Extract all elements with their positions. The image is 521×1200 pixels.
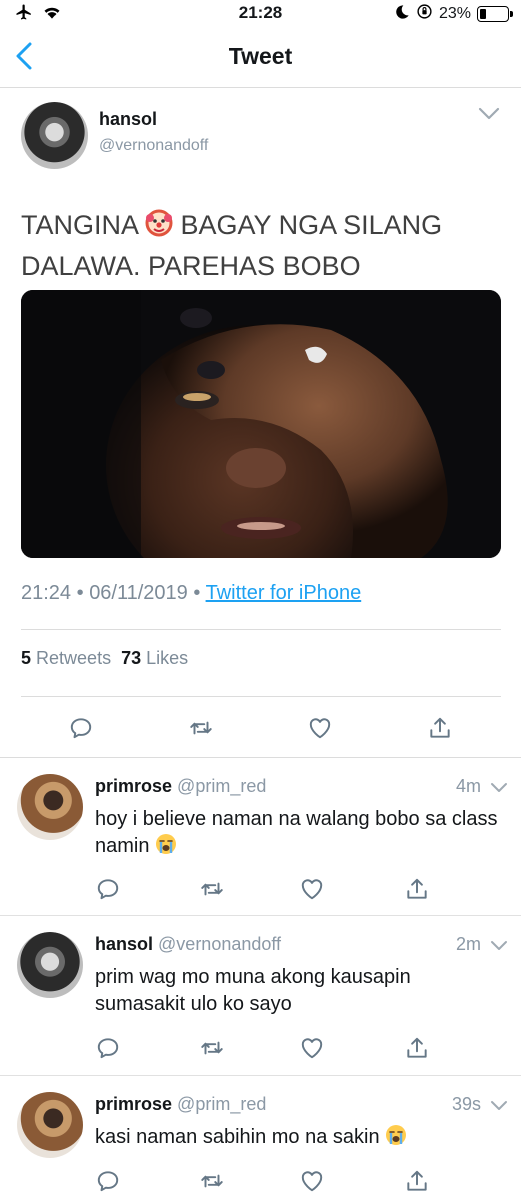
battery-percent: 23% [438, 5, 471, 22]
likes-label[interactable]: Likes [146, 648, 188, 668]
chevron-down-icon[interactable] [490, 781, 508, 793]
reply-text-body: kasi naman sabihin mo na sakin [95, 1126, 380, 1148]
retweets-count[interactable]: 5 [21, 648, 31, 668]
likes-count[interactable]: 73 [121, 648, 141, 668]
tweet-text: TANGINA BAGAY NGA SILANG DALAWA. PAREHAS… [21, 206, 501, 285]
retweet-icon[interactable] [199, 876, 225, 902]
reply-text: hoy i believe naman na walang bobo sa cl… [95, 806, 505, 863]
tweet-text-part1: TANGINA [21, 210, 146, 240]
reply-tweet[interactable]: primrose @prim_red 4m hoy i believe nama… [0, 758, 521, 916]
chevron-down-icon[interactable] [490, 1099, 508, 1111]
loudly-crying-face-icon [385, 1124, 407, 1154]
share-icon[interactable] [427, 715, 453, 741]
reply-icon[interactable] [95, 1168, 121, 1194]
tweet-image[interactable] [21, 290, 501, 558]
reply-author-handle[interactable]: @prim_red [177, 1094, 266, 1114]
loudly-crying-face-icon [155, 833, 177, 863]
avatar[interactable] [21, 102, 88, 169]
tweet-time: 21:24 [21, 582, 72, 604]
reply-author-name[interactable]: primrose [95, 776, 172, 796]
author-name[interactable]: hansol [99, 109, 157, 130]
reply-time: 39s [451, 1094, 481, 1114]
avatar[interactable] [17, 1092, 83, 1158]
retweet-icon[interactable] [199, 1035, 225, 1061]
heart-icon[interactable] [307, 715, 333, 741]
retweet-icon[interactable] [188, 715, 214, 741]
tweet-stats: 5 Retweets 73 Likes [21, 648, 188, 669]
chevron-down-icon[interactable] [490, 939, 508, 951]
battery-fill [480, 9, 486, 19]
reply-tweet[interactable]: hansol @vernonandoff 2m prim wag mo muna… [0, 916, 521, 1076]
reply-author-name[interactable]: hansol [95, 934, 153, 954]
retweet-icon[interactable] [199, 1168, 225, 1194]
reply-icon[interactable] [68, 715, 94, 741]
main-tweet: hansol @vernonandoff TANGINA BAGAY NGA S… [0, 88, 521, 758]
reply-text: prim wag mo muna akong kausapin sumasaki… [95, 966, 411, 1015]
share-icon[interactable] [404, 1035, 430, 1061]
author-handle[interactable]: @vernonandoff [99, 137, 208, 155]
tweet-source-link[interactable]: Twitter for iPhone [206, 582, 362, 604]
reply-header: hansol @vernonandoff [95, 934, 281, 955]
status-bar: 21:28 23% [0, 0, 521, 26]
tweet-photo [21, 290, 501, 558]
tweet-meta: 21:24 • 06/11/2019 • Twitter for iPhone [21, 582, 362, 604]
avatar[interactable] [17, 774, 83, 840]
reply-time: 2m [455, 934, 481, 954]
share-icon[interactable] [404, 876, 430, 902]
status-right: 23% [394, 3, 513, 25]
divider [21, 696, 501, 697]
chevron-down-icon[interactable] [477, 106, 501, 122]
reply-header: primrose @prim_red [95, 776, 266, 797]
moon-icon [394, 4, 410, 25]
reply-header: primrose @prim_red [95, 1094, 266, 1115]
clown-face-icon [145, 209, 173, 247]
tweet-actions [0, 708, 521, 748]
retweets-label[interactable]: Retweets [36, 648, 111, 668]
reply-icon[interactable] [95, 1035, 121, 1061]
orientation-lock-icon [416, 3, 433, 25]
reply-text: kasi naman sabihin mo na sakin [95, 1124, 505, 1154]
reply-author-handle[interactable]: @prim_red [177, 776, 266, 796]
reply-tweet[interactable]: primrose @prim_red 39s kasi naman sabihi… [0, 1076, 521, 1200]
reply-time: 4m [455, 776, 481, 796]
avatar[interactable] [17, 932, 83, 998]
battery-icon [477, 6, 513, 22]
heart-icon[interactable] [299, 1168, 325, 1194]
nav-bar: Tweet [0, 26, 521, 88]
heart-icon[interactable] [299, 876, 325, 902]
heart-icon[interactable] [299, 1035, 325, 1061]
reply-author-handle[interactable]: @vernonandoff [158, 934, 281, 954]
reply-author-name[interactable]: primrose [95, 1094, 172, 1114]
page-title: Tweet [228, 43, 293, 69]
reply-icon[interactable] [95, 876, 121, 902]
divider [21, 629, 501, 630]
share-icon[interactable] [404, 1168, 430, 1194]
tweet-date: 06/11/2019 [89, 582, 188, 604]
